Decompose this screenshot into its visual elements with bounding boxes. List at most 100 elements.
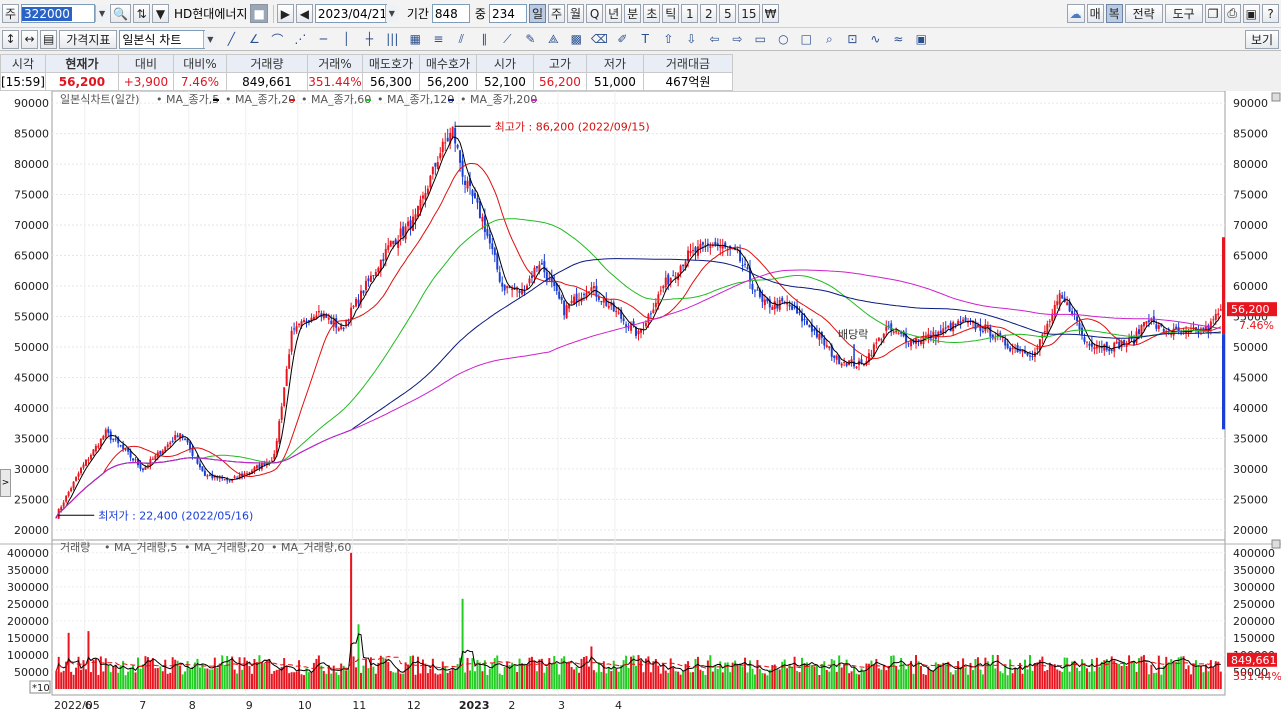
chart-type-select[interactable]: 일본식 차트	[119, 29, 206, 49]
zoom-tool-icon[interactable]: ⌕	[818, 29, 840, 50]
period-week-button[interactable]: 주	[548, 4, 566, 23]
candle-body	[87, 459, 90, 461]
candle-body	[104, 429, 107, 438]
volume-bar	[213, 657, 216, 689]
period-input[interactable]: 848	[431, 4, 470, 23]
volume-bar	[72, 674, 75, 689]
fib-tool-icon[interactable]: ≡	[427, 29, 449, 50]
period-tick-button[interactable]: 틱	[662, 4, 680, 23]
sort-icon[interactable]: ⇅	[133, 4, 150, 23]
play-back-icon[interactable]: ◀	[295, 4, 313, 23]
arrow-left-icon[interactable]: ⇦	[703, 29, 725, 50]
candle-body	[407, 221, 410, 227]
wave-tool-icon[interactable]: ∿	[864, 29, 886, 50]
candle-body	[828, 346, 831, 349]
arrow-up-icon[interactable]: ⇧	[657, 29, 679, 50]
period-1-button[interactable]: 1	[681, 4, 699, 23]
circle-tool-icon[interactable]: ○	[772, 29, 794, 50]
chart-type-dropdown-icon[interactable]: ▼	[203, 30, 217, 48]
period-minute-button[interactable]: 분	[624, 4, 642, 23]
volume-bar	[672, 667, 675, 689]
date-field[interactable]: 2023/04/21	[314, 4, 387, 23]
candle-body	[119, 445, 122, 447]
horizontal-arrows-icon[interactable]: ↔	[21, 29, 38, 49]
hline-tool-icon[interactable]: ─	[312, 29, 334, 50]
print-icon[interactable]: ⎙	[1223, 4, 1241, 23]
volume-bar	[766, 675, 769, 689]
save-icon[interactable]: ▣	[1242, 4, 1260, 23]
edit-tool-icon[interactable]: ✐	[611, 29, 633, 50]
volume-bar	[211, 669, 214, 689]
volume-bar	[429, 668, 432, 689]
period-5-button[interactable]: 5	[719, 4, 737, 23]
text-tool-icon[interactable]: T	[634, 29, 656, 50]
copy-icon[interactable]: ❐	[1204, 4, 1222, 23]
tools-button[interactable]: 도구	[1164, 4, 1203, 23]
settings-icon[interactable]: ▤	[40, 29, 58, 49]
fan-tool-icon[interactable]: ⋰	[289, 29, 311, 50]
candle-body	[840, 363, 843, 366]
volume-bar	[1078, 670, 1081, 689]
stock-code-dropdown[interactable]: ▼	[95, 5, 109, 22]
regression-tool-icon[interactable]: ⟋	[496, 29, 518, 50]
eraser-tool-icon[interactable]: ⌫	[588, 29, 610, 50]
volume-bar	[1093, 671, 1096, 689]
angle-tool-icon[interactable]: ∠	[243, 29, 265, 50]
chart-area[interactable]: 20000 20000 25000 25000 30000 30000 35000 35000…	[0, 91, 1281, 709]
period-quarter-button[interactable]: Q	[586, 4, 604, 23]
pen-tool-icon[interactable]: ✎	[519, 29, 541, 50]
volume-bar	[117, 672, 120, 689]
period-2-button[interactable]: 2	[700, 4, 718, 23]
arc-tool-icon[interactable]: ⌒	[266, 29, 288, 50]
calendar-dropdown-icon[interactable]: ▼	[384, 5, 398, 22]
multi-button[interactable]: 복	[1105, 4, 1123, 23]
help-icon[interactable]: ?	[1262, 4, 1279, 23]
candle-body	[444, 142, 447, 144]
play-forward-icon[interactable]: ▶	[276, 4, 294, 23]
vertical-arrows-icon[interactable]: ↕	[2, 29, 19, 49]
market-button[interactable]: 주	[2, 4, 20, 23]
cycle-tool-icon[interactable]: |||	[381, 29, 403, 50]
chevron-down-icon[interactable]: ▼	[152, 4, 169, 23]
candle-body	[491, 243, 494, 249]
volume-bar	[853, 666, 856, 689]
grid-tool-icon[interactable]: ▦	[404, 29, 426, 50]
quote-value-3: 7.46%	[172, 72, 227, 91]
strategy-button[interactable]: 전략	[1124, 4, 1163, 23]
volume-bar	[1197, 666, 1200, 689]
buy-button[interactable]: 매	[1086, 4, 1104, 23]
rect-tool-icon[interactable]: □	[795, 29, 817, 50]
period-month-button[interactable]: 월	[567, 4, 585, 23]
volume-bar	[1157, 655, 1160, 689]
candle-body	[377, 267, 380, 273]
vline-tool-icon[interactable]: │	[335, 29, 357, 50]
cloud-icon[interactable]: ☁	[1066, 4, 1085, 23]
period-year-button[interactable]: 년	[605, 4, 623, 23]
arrow-down-icon[interactable]: ⇩	[680, 29, 702, 50]
won-icon[interactable]: ₩	[761, 4, 780, 23]
volume-bar	[1063, 657, 1066, 689]
image-tool-icon[interactable]: ▣	[910, 29, 932, 50]
zoom-reset-icon[interactable]: ⊡	[841, 29, 863, 50]
count-input[interactable]: 234	[488, 4, 527, 23]
shape-tool-icon[interactable]: ⟁	[542, 29, 564, 50]
parallel-tool-icon[interactable]: ∥	[473, 29, 495, 50]
stock-code-field[interactable]: 322000	[21, 4, 96, 23]
volume-bar	[424, 663, 427, 689]
cross-tool-icon[interactable]: ┼	[358, 29, 380, 50]
price-indicator-button[interactable]: 가격지표	[59, 29, 118, 49]
view-button[interactable]: 보기	[1245, 29, 1279, 49]
stock-chart[interactable]: 20000 2000025000 2500030000 3000035000 35000…	[0, 91, 1281, 709]
search-icon[interactable]: 🔍	[110, 4, 131, 23]
line-tool-icon[interactable]: ╱	[220, 29, 242, 50]
period-second-button[interactable]: 초	[643, 4, 661, 23]
period-15-button[interactable]: 15	[738, 4, 760, 23]
color-tool-icon[interactable]: ▩	[565, 29, 587, 50]
channel-tool-icon[interactable]: ⫽	[450, 29, 472, 50]
pattern-tool-icon[interactable]: ≈	[887, 29, 909, 50]
expand-panel-arrow[interactable]: >	[0, 469, 11, 497]
period-day-button[interactable]: 일	[528, 4, 546, 23]
note-tool-icon[interactable]: ▭	[749, 29, 771, 50]
arrow-right-icon[interactable]: ⇨	[726, 29, 748, 50]
volume-bar	[347, 669, 350, 689]
